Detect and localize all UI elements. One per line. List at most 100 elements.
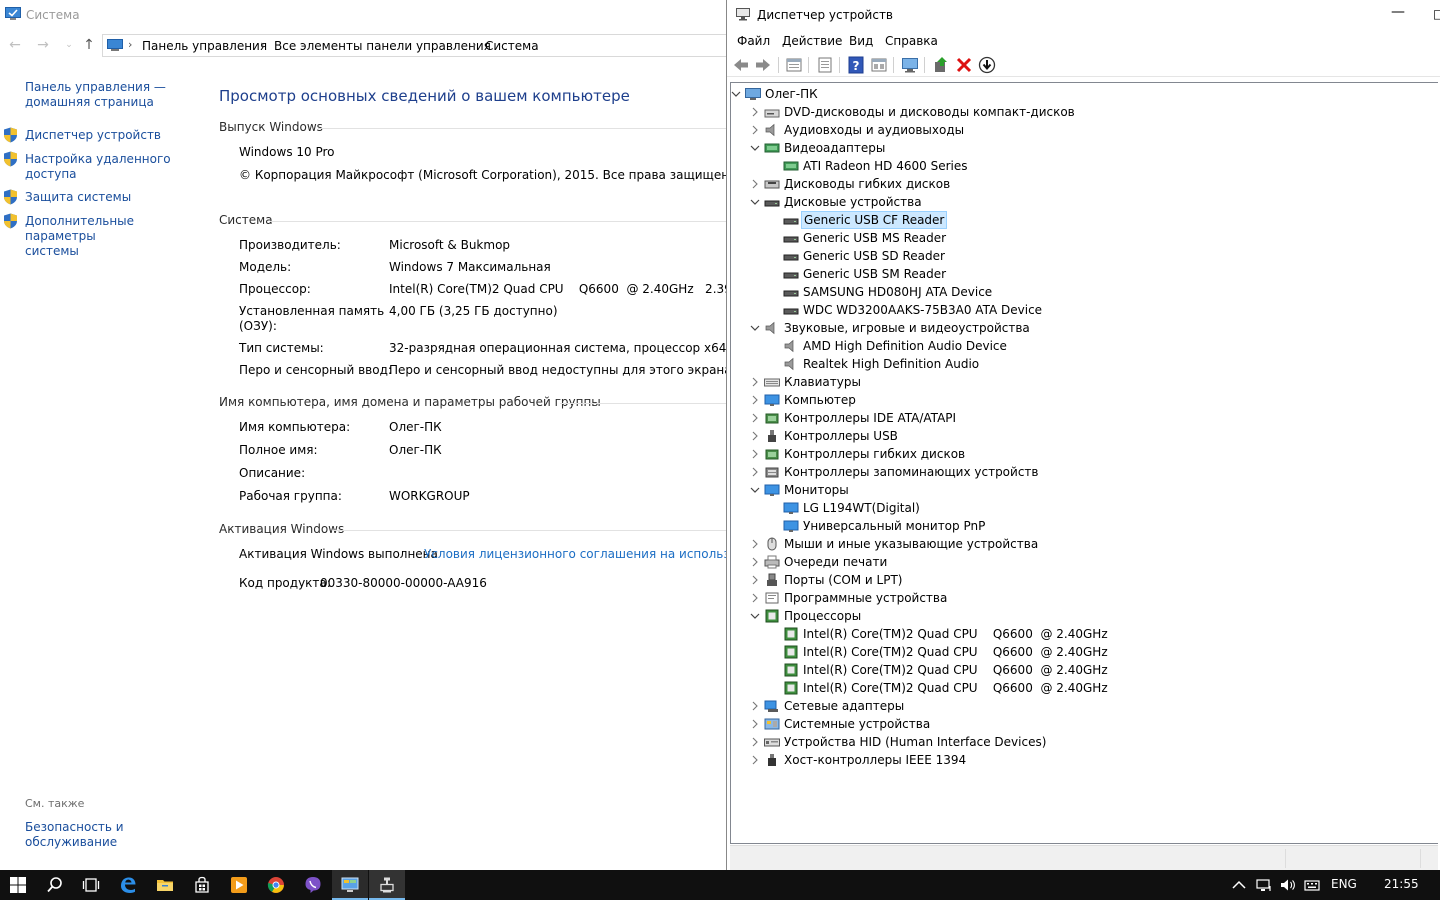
keyboard-layout-icon[interactable]: [1304, 877, 1320, 893]
chevron-right-icon[interactable]: [749, 373, 761, 391]
device-item[interactable]: SAMSUNG HD080HJ ATA Device: [731, 283, 1431, 301]
chevron-right-icon[interactable]: [749, 175, 761, 193]
device-item[interactable]: Универсальный монитор PnP: [731, 517, 1431, 535]
chevron-right-icon[interactable]: [749, 571, 761, 589]
chevron-right-icon[interactable]: [749, 427, 761, 445]
device-item[interactable]: AMD High Definition Audio Device: [731, 337, 1431, 355]
volume-icon[interactable]: [1280, 877, 1296, 893]
control-panel-taskbar-button[interactable]: [332, 870, 368, 900]
up-arrow-icon[interactable]: ↑: [80, 36, 98, 54]
device-item[interactable]: Generic USB SD Reader: [731, 247, 1431, 265]
chevron-down-icon[interactable]: [730, 85, 742, 103]
device-item[interactable]: Realtek High Definition Audio: [731, 355, 1431, 373]
device-category[interactable]: Устройства HID (Human Interface Devices): [731, 733, 1431, 751]
chevron-right-icon[interactable]: [749, 715, 761, 733]
chrome-taskbar-button[interactable]: [258, 870, 294, 900]
breadcrumb-system[interactable]: Система: [485, 39, 539, 53]
task-view-button[interactable]: [73, 870, 109, 900]
edge-taskbar-button[interactable]: [110, 870, 146, 900]
device-item[interactable]: Intel(R) Core(TM)2 Quad CPU Q6600 @ 2.40…: [731, 643, 1431, 661]
menu-action[interactable]: Действие: [782, 34, 842, 48]
license-terms-link[interactable]: Условия лицензионного соглашения на испо…: [424, 547, 728, 562]
menu-file[interactable]: Файл: [737, 34, 770, 48]
device-manager-title-bar[interactable]: Диспетчер устройств — □: [727, 0, 1440, 30]
device-item[interactable]: Intel(R) Core(TM)2 Quad CPU Q6600 @ 2.40…: [731, 679, 1431, 697]
chevron-down-icon[interactable]: [749, 607, 761, 625]
minimize-icon[interactable]: —: [1391, 4, 1405, 20]
clock[interactable]: 21:55: [1384, 877, 1419, 891]
breadcrumb-all-items[interactable]: Все элементы панели управления: [274, 39, 491, 53]
control-panel-home-link[interactable]: Панель управления — домашняя страница: [25, 80, 195, 110]
device-category[interactable]: DVD-дисководы и дисководы компакт-дисков: [731, 103, 1431, 121]
device-category[interactable]: Компьютер: [731, 391, 1431, 409]
address-bar[interactable]: › Панель управления › Все элементы панел…: [102, 34, 728, 57]
update-driver-icon[interactable]: [932, 56, 950, 74]
forward-arrow-icon[interactable]: →: [34, 36, 52, 54]
show-hidden-icons-chevron-icon[interactable]: [1232, 880, 1246, 890]
store-taskbar-button[interactable]: [184, 870, 220, 900]
device-category[interactable]: Звуковые, игровые и видеоустройства: [731, 319, 1431, 337]
start-button[interactable]: [0, 870, 36, 900]
chevron-right-icon[interactable]: [749, 733, 761, 751]
chevron-right-icon[interactable]: [749, 121, 761, 139]
chevron-right-icon[interactable]: [749, 535, 761, 553]
device-category[interactable]: Мониторы: [731, 481, 1431, 499]
device-item[interactable]: Intel(R) Core(TM)2 Quad CPU Q6600 @ 2.40…: [731, 661, 1431, 679]
device-category[interactable]: Контроллеры USB: [731, 427, 1431, 445]
chevron-down-icon[interactable]: [749, 481, 761, 499]
tree-root[interactable]: Олег-ПК: [731, 85, 1431, 103]
device-category[interactable]: Процессоры: [731, 607, 1431, 625]
device-category[interactable]: Очереди печати: [731, 553, 1431, 571]
chevron-right-icon[interactable]: [749, 589, 761, 607]
viber-taskbar-button[interactable]: [295, 870, 331, 900]
advanced-system-settings-link[interactable]: Дополнительные параметры системы: [25, 214, 195, 259]
device-category[interactable]: Аудиовходы и аудиовыходы: [731, 121, 1431, 139]
device-item[interactable]: Generic USB CF Reader: [731, 211, 1431, 229]
device-category[interactable]: Программные устройства: [731, 589, 1431, 607]
device-item[interactable]: Generic USB MS Reader: [731, 229, 1431, 247]
system-protection-link[interactable]: Защита системы: [25, 190, 195, 205]
help-icon[interactable]: ?: [847, 56, 865, 74]
chevron-right-icon[interactable]: [749, 409, 761, 427]
chevron-down-icon[interactable]: [749, 193, 761, 211]
device-category[interactable]: Видеоадаптеры: [731, 139, 1431, 157]
network-icon[interactable]: [1256, 877, 1272, 893]
chevron-down-icon[interactable]: [749, 319, 761, 337]
device-category[interactable]: Контроллеры гибких дисков: [731, 445, 1431, 463]
chevron-down-icon[interactable]: [749, 139, 761, 157]
file-explorer-taskbar-button[interactable]: [147, 870, 183, 900]
device-item[interactable]: LG L194WT(Digital): [731, 499, 1431, 517]
view-icon[interactable]: [870, 56, 888, 74]
device-item[interactable]: WDC WD3200AAKS-75B3A0 ATA Device: [731, 301, 1431, 319]
device-category[interactable]: Клавиатуры: [731, 373, 1431, 391]
device-item[interactable]: ATI Radeon HD 4600 Series: [731, 157, 1431, 175]
device-category[interactable]: Сетевые адаптеры: [731, 697, 1431, 715]
chevron-right-icon[interactable]: [749, 463, 761, 481]
system-title-bar[interactable]: Система: [0, 0, 728, 30]
media-player-taskbar-button[interactable]: [221, 870, 257, 900]
device-manager-link[interactable]: Диспетчер устройств: [25, 128, 195, 143]
search-button[interactable]: [37, 870, 73, 900]
device-item[interactable]: Generic USB SM Reader: [731, 265, 1431, 283]
device-category[interactable]: Дисководы гибких дисков: [731, 175, 1431, 193]
device-manager-taskbar-button[interactable]: [369, 870, 405, 900]
device-category[interactable]: Хост-контроллеры IEEE 1394: [731, 751, 1431, 769]
chevron-right-icon[interactable]: [749, 553, 761, 571]
back-icon[interactable]: [732, 56, 750, 74]
device-category[interactable]: Порты (COM и LPT): [731, 571, 1431, 589]
chevron-right-icon[interactable]: [749, 103, 761, 121]
chevron-right-icon[interactable]: [749, 697, 761, 715]
device-category[interactable]: Мыши и иные указывающие устройства: [731, 535, 1431, 553]
device-category[interactable]: Дисковые устройства: [731, 193, 1431, 211]
back-arrow-icon[interactable]: ←: [6, 36, 24, 54]
forward-icon[interactable]: [754, 56, 772, 74]
device-category[interactable]: Контроллеры IDE ATA/ATAPI: [731, 409, 1431, 427]
security-maintenance-link[interactable]: Безопасность и обслуживание: [25, 820, 195, 850]
uninstall-icon[interactable]: [955, 56, 973, 74]
device-item[interactable]: Intel(R) Core(TM)2 Quad CPU Q6600 @ 2.40…: [731, 625, 1431, 643]
chevron-right-icon[interactable]: [749, 445, 761, 463]
properties-window-icon[interactable]: [785, 56, 803, 74]
chevron-right-icon[interactable]: [749, 391, 761, 409]
menu-view[interactable]: Вид: [849, 34, 873, 48]
maximize-icon[interactable]: □: [1433, 7, 1440, 21]
